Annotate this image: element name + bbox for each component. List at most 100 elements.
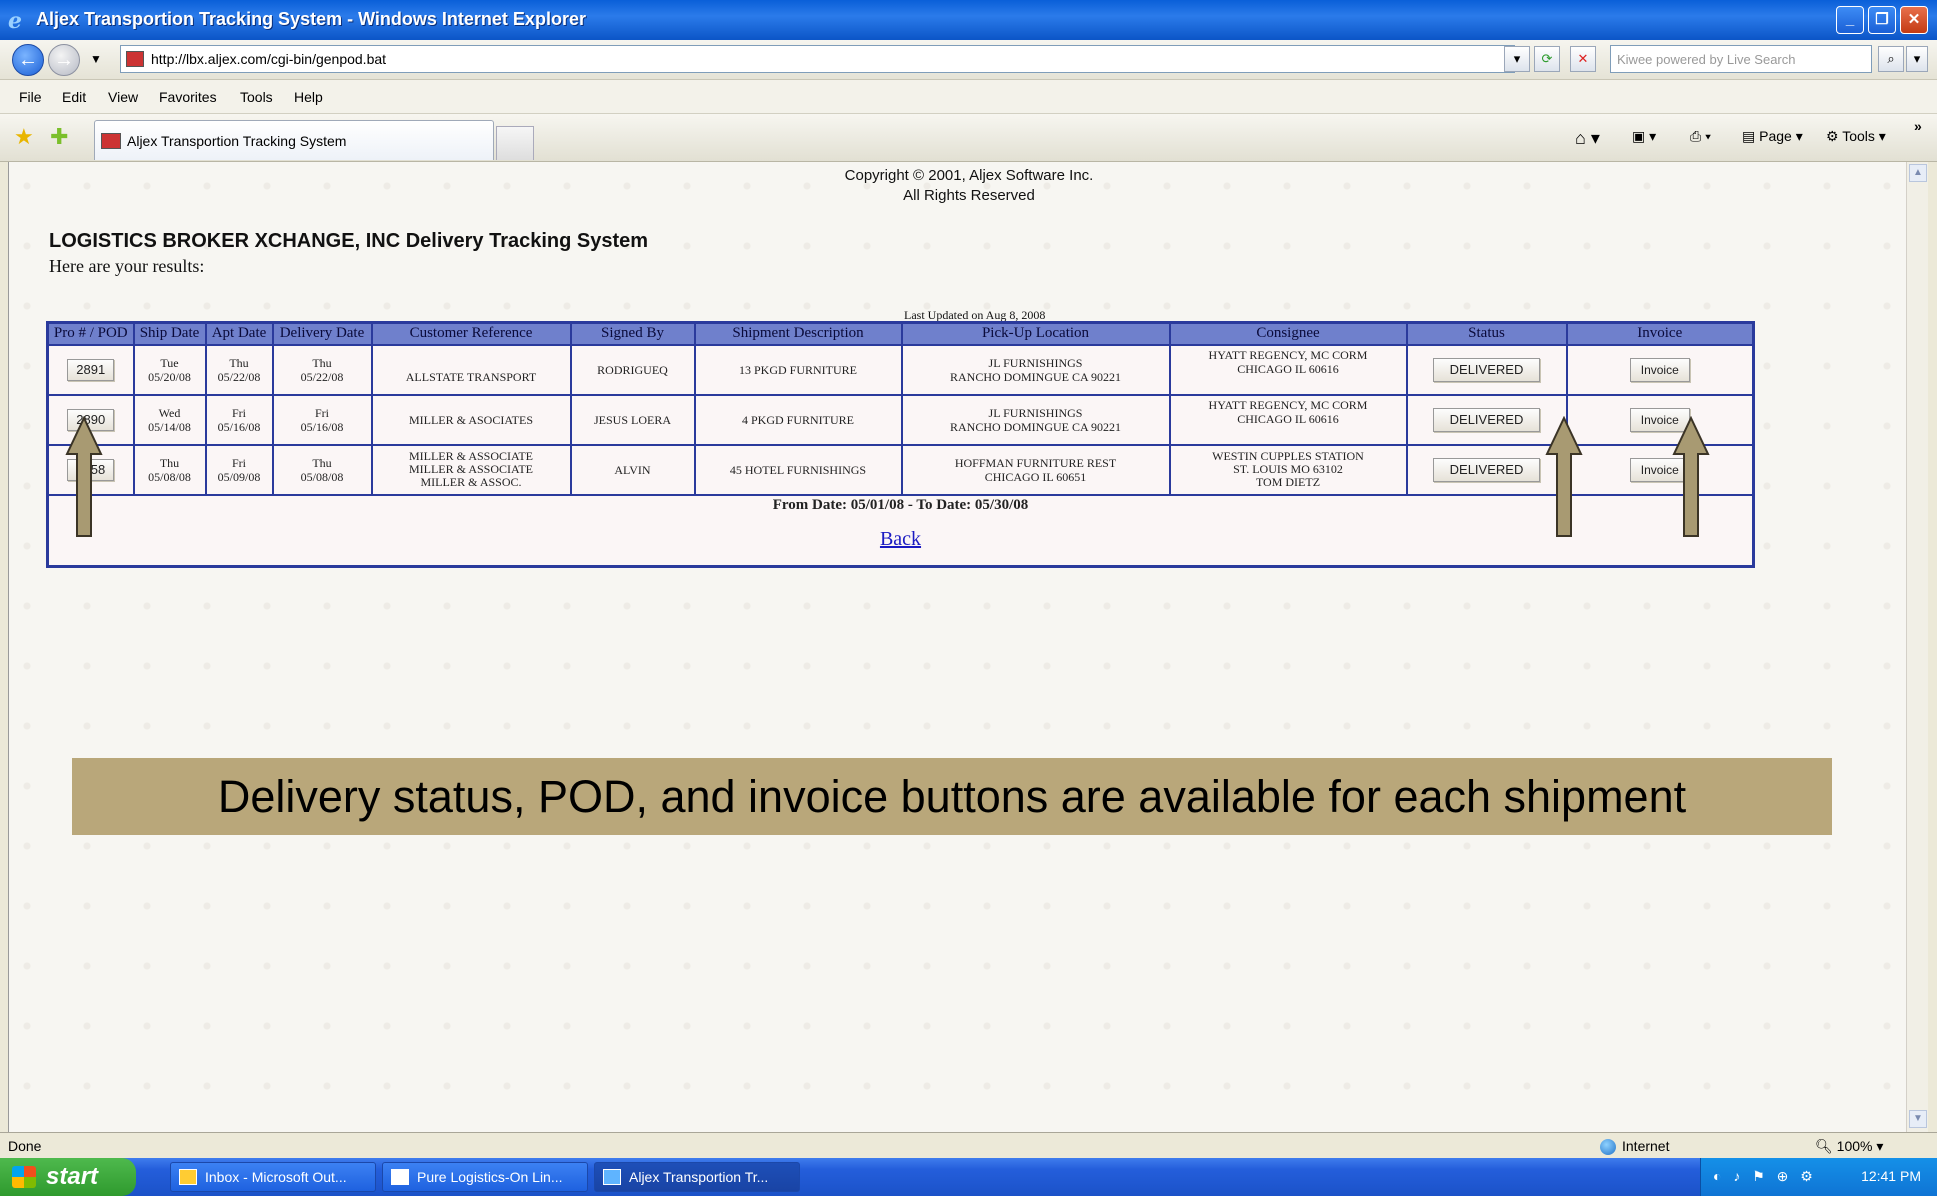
system-tray: ◐ ♪ ⚑ ⊕ ⚙ 12:41 PM [1700, 1158, 1937, 1196]
back-link[interactable]: Back [880, 529, 921, 549]
pickup-line: JL FURNISHINGS [988, 355, 1083, 370]
page-menu-icon: ▤ [1742, 128, 1760, 144]
print-icon[interactable]: ⎙ ▾ [1690, 128, 1711, 145]
forward-button[interactable]: → [48, 44, 80, 76]
apt-date: 05/09/08 [217, 469, 261, 484]
menu-favorites[interactable]: Favorites [159, 89, 217, 105]
site-favicon-icon [126, 51, 144, 67]
globe-icon [1600, 1139, 1616, 1156]
minimize-button[interactable]: _ [1836, 6, 1864, 34]
customer-ref-line: MILLER & ASSOC. [420, 475, 522, 489]
task-label: Inbox - Microsoft Out... [205, 1169, 347, 1185]
search-icon[interactable]: ⌕ [1878, 46, 1904, 72]
security-zone: Internet [1600, 1138, 1670, 1156]
windows-logo-icon [12, 1166, 36, 1188]
address-bar[interactable]: http://lbx.aljex.com/cgi-bin/genpod.bat [120, 45, 1515, 73]
annotation-banner: Delivery status, POD, and invoice button… [72, 758, 1832, 835]
page-menu[interactable]: ▤ Page ▾ [1742, 128, 1803, 145]
delivery-date: 05/22/08 [300, 369, 344, 384]
document-icon [391, 1169, 409, 1185]
consignee-line: CHICAGO IL 60616 [1237, 411, 1339, 426]
taskbar-item-aljex[interactable]: Aljex Transportion Tr... [594, 1162, 800, 1192]
up-arrow-pod [65, 416, 103, 537]
customer-ref-line [373, 356, 570, 370]
up-arrow-status [1545, 416, 1583, 537]
zoom-control[interactable]: 🔍︎ 100% ▾ [1815, 1138, 1883, 1155]
apt-date: 05/22/08 [217, 369, 261, 384]
start-button[interactable]: start [0, 1158, 136, 1196]
tab-favicon-icon [101, 133, 121, 149]
add-favorite-icon[interactable]: ✚ [50, 124, 68, 150]
col-invoice: Invoice [1565, 321, 1755, 346]
signed-by: ALVIN [569, 443, 696, 496]
address-dropdown-icon[interactable]: ▾ [1504, 46, 1530, 72]
scroll-down-icon[interactable]: ▼ [1909, 1110, 1927, 1128]
signed-by: RODRIGUEQ [569, 343, 696, 396]
delivery-date: 05/16/08 [300, 419, 344, 434]
taskbar-item-pure-logistics[interactable]: Pure Logistics-On Lin... [382, 1162, 588, 1192]
consignee-line: CHICAGO IL 60616 [1237, 361, 1339, 376]
home-icon[interactable]: ⌂ ▾ [1575, 128, 1600, 149]
delivery-day: Thu [312, 455, 332, 470]
ship-day: Wed [158, 405, 181, 420]
search-input[interactable]: Kiwee powered by Live Search [1610, 45, 1872, 73]
scroll-up-icon[interactable]: ▲ [1909, 164, 1927, 182]
status-text: Done [8, 1138, 42, 1154]
status-button[interactable]: DELIVERED [1432, 407, 1541, 432]
shipment-description: 4 PKGD FURNITURE [693, 393, 903, 446]
ship-date: 05/20/08 [148, 369, 191, 384]
window-title-bar[interactable]: e Aljex Transportion Tracking System - W… [0, 0, 1937, 40]
recent-pages-dropdown-icon[interactable]: ▼ [90, 52, 102, 66]
task-label: Aljex Transportion Tr... [629, 1169, 769, 1185]
copyright-line: Copyright © 2001, Aljex Software Inc. [844, 167, 1094, 184]
signed-by: JESUS LOERA [569, 393, 696, 446]
zoom-level: 100% [1836, 1138, 1873, 1154]
chevron-more-icon[interactable]: » [1914, 118, 1922, 134]
menu-tools[interactable]: Tools [240, 89, 273, 105]
status-button[interactable]: DELIVERED [1432, 357, 1541, 382]
tools-menu[interactable]: ⚙ Tools ▾ [1826, 128, 1886, 145]
col-shipment-desc: Shipment Description [693, 321, 903, 346]
feeds-icon[interactable]: ▣ ▾ [1632, 128, 1656, 145]
favorites-star-icon[interactable]: ★ [14, 124, 34, 150]
new-tab-button[interactable] [496, 126, 534, 160]
shipment-description: 45 HOTEL FURNISHINGS [693, 443, 903, 496]
restore-button[interactable]: ❐ [1868, 6, 1896, 34]
tracking-table: Pro # / POD Ship Date Apt Date Delivery … [46, 321, 1755, 568]
pod-button[interactable]: 2891 [67, 358, 115, 381]
menu-view[interactable]: View [108, 89, 138, 105]
table-row: 2858 Thu05/08/08 Fri05/09/08 Thu05/08/08… [46, 443, 1755, 496]
status-bar: Done Internet 🔍︎ 100% ▾ [0, 1132, 1937, 1158]
stop-icon[interactable]: ✕ [1570, 46, 1596, 72]
tray-icons[interactable]: ◐ ♪ ⚑ ⊕ ⚙ [1713, 1168, 1817, 1185]
status-button[interactable]: DELIVERED [1432, 457, 1541, 482]
menu-file[interactable]: File [19, 89, 42, 105]
close-button[interactable]: ✕ [1900, 6, 1928, 34]
menu-help[interactable]: Help [294, 89, 323, 105]
col-pro: Pro # / POD [46, 321, 135, 346]
tools-menu-label: Tools [1842, 128, 1875, 144]
tab-aljex[interactable]: Aljex Transportion Tracking System [94, 120, 494, 160]
menu-edit[interactable]: Edit [62, 89, 86, 105]
outlook-icon [179, 1169, 197, 1185]
ship-date: 05/14/08 [148, 419, 191, 434]
vertical-scrollbar[interactable]: ▲ ▼ [1906, 162, 1928, 1132]
menu-bar: File Edit View Favorites Tools Help [0, 80, 1937, 114]
table-row: 2890 Wed 05/14/08 Fri 05/16/08 Fri 05/16/08… [46, 393, 1755, 446]
page-menu-label: Page [1759, 128, 1792, 144]
taskbar-item-outlook[interactable]: Inbox - Microsoft Out... [170, 1162, 376, 1192]
zone-label: Internet [1622, 1138, 1670, 1154]
ship-day: Thu [159, 455, 180, 470]
customer-ref-line: ALLSTATE TRANSPORT [405, 369, 537, 384]
delivery-day: Thu [312, 355, 332, 370]
refresh-icon[interactable]: ⟳ [1534, 46, 1560, 72]
col-customer-ref: Customer Reference [370, 321, 572, 346]
col-apt-date: Apt Date [204, 321, 274, 346]
ie-icon [603, 1169, 621, 1185]
back-button[interactable]: ← [12, 44, 44, 76]
address-url[interactable]: http://lbx.aljex.com/cgi-bin/genpod.bat [151, 51, 386, 67]
tab-bar: ★ ✚ Aljex Transportion Tracking System ⌂… [0, 114, 1937, 162]
clock: 12:41 PM [1861, 1168, 1921, 1184]
search-options-icon[interactable]: ▾ [1906, 46, 1928, 72]
invoice-button[interactable]: Invoice [1629, 357, 1690, 382]
